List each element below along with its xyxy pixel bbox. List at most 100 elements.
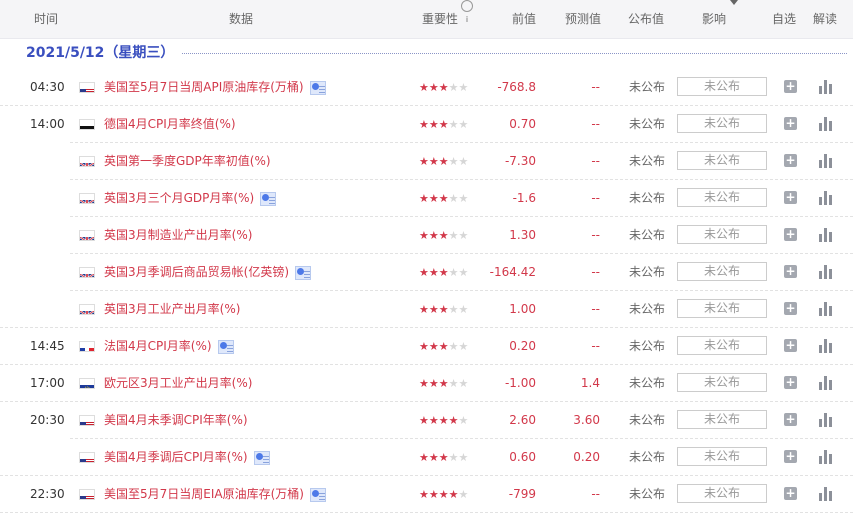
forecast-value: 1.4 [580,376,600,390]
event-row: 英国3月三个月GDP月率(%) ★★★★★ -1.6 -- 未公布 未公布 + [0,180,853,217]
flag-us-icon [79,82,95,93]
forecast-value: -- [591,154,600,168]
forecast-value: -- [591,117,600,131]
actual-value: 未公布 [629,154,666,168]
impact-box: 未公布 [677,151,767,170]
chart-bars-icon[interactable] [819,117,832,131]
event-name[interactable]: 美国4月未季调CPI年率(%) [104,402,248,439]
flag-gb-icon [79,230,95,241]
actual-value: 未公布 [629,265,666,279]
actual-value: 未公布 [629,339,666,353]
event-time: 22:30 [30,487,65,501]
video-icon[interactable] [309,487,326,502]
impact-box: 未公布 [677,77,767,96]
flag-gb-icon [79,304,95,315]
col-importance[interactable]: 重要性 i [422,0,474,38]
actual-value: 未公布 [629,487,666,501]
flag-gb-icon [79,156,95,167]
event-name[interactable]: 美国4月季调后CPI月率(%) [104,439,270,476]
flag-gb-icon [79,267,95,278]
sort-down-icon[interactable] [730,0,739,5]
row-divider [0,512,853,513]
previous-value: -768.8 [497,80,536,94]
chart-bars-icon[interactable] [819,265,832,279]
video-icon[interactable] [253,450,270,465]
forecast-value: -- [591,339,600,353]
impact-box: 未公布 [677,410,767,429]
forecast-value: -- [591,487,600,501]
actual-value: 未公布 [629,413,666,427]
event-name[interactable]: 英国3月工业产出月率(%) [104,291,240,328]
add-watchlist-button[interactable]: + [784,376,797,389]
add-watchlist-button[interactable]: + [784,154,797,167]
event-row: 英国3月季调后商品贸易帐(亿英镑) ★★★★★ -164.42 -- 未公布 未公布 + [0,254,853,291]
chart-bars-icon[interactable] [819,228,832,242]
event-time: 04:30 [30,80,65,94]
add-watchlist-button[interactable]: + [784,80,797,93]
event-name[interactable]: 英国3月三个月GDP月率(%) [104,180,277,217]
chart-bars-icon[interactable] [819,154,832,168]
chart-bars-icon[interactable] [819,413,832,427]
previous-value: 0.70 [509,117,536,131]
event-name[interactable]: 德国4月CPI月率终值(%) [104,106,236,143]
event-name[interactable]: 英国3月制造业产出月率(%) [104,217,252,254]
date-divider [182,53,847,54]
actual-value: 未公布 [629,228,666,242]
event-row: 20:30 美国4月未季调CPI年率(%) ★★★★★ 2.60 3.60 未公布 未公布 + [0,402,853,439]
video-icon[interactable] [295,265,311,280]
chart-bars-icon[interactable] [819,487,832,501]
chart-bars-icon[interactable] [819,450,832,464]
actual-value: 未公布 [629,302,666,316]
impact-box: 未公布 [677,262,767,281]
chart-bars-icon[interactable] [819,191,832,205]
event-row: 英国3月工业产出月率(%) ★★★★★ 1.00 -- 未公布 未公布 + [0,291,853,328]
flag-fr-icon [79,341,95,352]
forecast-value: 3.60 [573,413,600,427]
col-actual: 公布值 [628,12,665,26]
add-watchlist-button[interactable]: + [784,191,797,204]
event-name[interactable]: 美国至5月7日当周API原油库存(万桶) [104,69,326,106]
previous-value: 0.20 [509,339,536,353]
event-name[interactable]: 欧元区3月工业产出月率(%) [104,365,252,402]
add-watchlist-button[interactable]: + [784,339,797,352]
event-row: 04:30 美国至5月7日当周API原油库存(万桶) ★★★★★ -768.8 -- 未公… [0,69,853,106]
actual-value: 未公布 [629,117,666,131]
chart-bars-icon[interactable] [819,339,832,353]
event-name[interactable]: 美国至5月7日当周EIA原油库存(万桶) [104,476,326,513]
impact-box: 未公布 [677,447,767,466]
previous-value: -1.6 [512,191,536,205]
date-label: 2021/5/12（星期三） [26,45,175,61]
event-time: 14:00 [30,117,65,131]
add-watchlist-button[interactable]: + [784,265,797,278]
actual-value: 未公布 [629,376,666,390]
previous-value: 0.60 [509,450,536,464]
forecast-value: -- [591,191,600,205]
chart-bars-icon[interactable] [819,302,832,316]
info-icon[interactable]: i [461,0,474,24]
event-name[interactable]: 英国3月季调后商品贸易帐(亿英镑) [104,254,311,291]
event-time: 14:45 [30,339,65,353]
add-watchlist-button[interactable]: + [784,450,797,463]
flag-us-icon [79,489,95,500]
video-icon[interactable] [217,339,234,354]
event-name[interactable]: 法国4月CPI月率(%) [104,328,234,365]
previous-value: -164.42 [489,265,536,279]
event-name[interactable]: 英国第一季度GDP年率初值(%) [104,143,271,180]
add-watchlist-button[interactable]: + [784,413,797,426]
add-watchlist-button[interactable]: + [784,117,797,130]
video-icon[interactable] [309,80,326,95]
chart-bars-icon[interactable] [819,80,832,94]
add-watchlist-button[interactable]: + [784,487,797,500]
previous-value: 2.60 [509,413,536,427]
col-impact[interactable]: 影响 [702,0,739,38]
flag-us-icon [79,415,95,426]
add-watchlist-button[interactable]: + [784,302,797,315]
chart-bars-icon[interactable] [819,376,832,390]
forecast-value: -- [591,228,600,242]
col-previous: 前值 [512,12,537,26]
add-watchlist-button[interactable]: + [784,228,797,241]
col-watchlist: 自选 [772,12,797,26]
video-icon[interactable] [260,191,277,206]
event-row: 14:00 德国4月CPI月率终值(%) ★★★★★ 0.70 -- 未公布 未公布 + [0,106,853,143]
previous-value: 1.30 [509,228,536,242]
